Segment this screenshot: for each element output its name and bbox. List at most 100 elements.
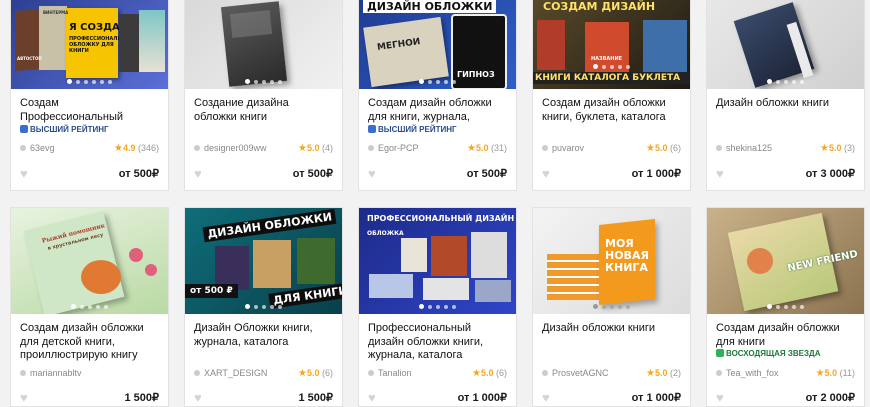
gig-title[interactable]: Создание дизайна обложки книги bbox=[194, 97, 333, 124]
thumb-headline: ДИЗАЙН ОБЛОЖКИ bbox=[363, 0, 497, 13]
gig-card[interactable]: СОЗДАМ ДИЗАЙН НАЗВАНИЕ КНИГИ КАТАЛОГА БУ… bbox=[532, 0, 691, 191]
thumb-book-title: ВИНТЕРМА bbox=[43, 10, 69, 15]
seller-name[interactable]: designer009ww bbox=[204, 143, 267, 153]
avatar bbox=[20, 370, 26, 376]
gig-thumbnail[interactable]: ДИЗАЙН ОБЛОЖКИ от 500 ₽ ДЛЯ КНИГИ bbox=[185, 208, 342, 314]
price: 1 500₽ bbox=[298, 392, 333, 404]
seller-row: Tanalion ★5.0 (6) bbox=[368, 368, 507, 379]
heart-icon[interactable]: ♥ bbox=[542, 166, 550, 181]
price: от 500₽ bbox=[466, 168, 507, 180]
price: от 500₽ bbox=[118, 168, 159, 180]
price: от 3 000₽ bbox=[805, 168, 855, 180]
gig-card[interactable]: Создание дизайна обложки книги designer0… bbox=[184, 0, 343, 191]
price: от 1 000₽ bbox=[457, 392, 507, 404]
seller-row: mariannabltv bbox=[20, 368, 159, 378]
rating: ★5.0 (3) bbox=[820, 143, 855, 154]
rating: ★5.0 (6) bbox=[646, 143, 681, 154]
gig-card[interactable]: Дизайн обложки книги shekina125 ★5.0 (3)… bbox=[706, 0, 865, 191]
gig-thumbnail[interactable] bbox=[185, 0, 342, 89]
heart-icon[interactable]: ♥ bbox=[716, 166, 724, 181]
gig-title[interactable]: Дизайн обложки книги bbox=[716, 97, 855, 124]
seller-name[interactable]: mariannabltv bbox=[30, 368, 82, 378]
gig-title[interactable]: Создам дизайн обложки для книги, журнала… bbox=[368, 97, 507, 124]
heart-icon[interactable]: ♥ bbox=[194, 166, 202, 181]
gig-thumbnail[interactable]: СОЗДАМ ДИЗАЙН НАЗВАНИЕ КНИГИ КАТАЛОГА БУ… bbox=[533, 0, 690, 89]
star-icon: ★ bbox=[298, 368, 307, 379]
seller-row: Egor-PCP ★5.0 (31) bbox=[368, 143, 507, 154]
seller-row: designer009ww ★5.0 (4) bbox=[194, 143, 333, 154]
heart-icon[interactable]: ♥ bbox=[194, 390, 202, 405]
gig-thumbnail[interactable]: Я СОЗДАМ ПРОФЕССИОНАЛЬНУЮ ОБЛОЖКУ ДЛЯ КН… bbox=[11, 0, 168, 89]
gig-title[interactable]: Создам Профессиональный Дизайн Обложки к… bbox=[20, 97, 159, 124]
gig-thumbnail[interactable]: ДИЗАЙН ОБЛОЖКИ МЕГНОИ ГИПНОЗ bbox=[359, 0, 516, 89]
gig-card[interactable]: Я СОЗДАМ ПРОФЕССИОНАЛЬНУЮ ОБЛОЖКУ ДЛЯ КН… bbox=[10, 0, 169, 191]
star-icon: ★ bbox=[820, 143, 829, 154]
price: от 1 000₽ bbox=[631, 168, 681, 180]
star-icon: ★ bbox=[815, 368, 825, 379]
seller-row: Tea_with_fox ★5.0 (11) bbox=[716, 368, 855, 379]
price: от 1 000₽ bbox=[631, 392, 681, 404]
star-icon: ★ bbox=[466, 143, 476, 154]
seller-row: puvarov ★5.0 (6) bbox=[542, 143, 681, 154]
avatar bbox=[20, 145, 26, 151]
gig-card[interactable]: МОЯ НОВАЯ КНИГА Дизайн обложки книги Pro… bbox=[532, 207, 691, 407]
gig-card[interactable]: ДИЗАЙН ОБЛОЖКИ от 500 ₽ ДЛЯ КНИГИ Дизайн… bbox=[184, 207, 343, 407]
badge-icon bbox=[20, 125, 28, 133]
top-rated-badge: ВЫСШИЙ РЕЙТИНГ bbox=[368, 125, 507, 135]
seller-name[interactable]: Tea_with_fox bbox=[726, 368, 779, 378]
gig-title[interactable]: Дизайн обложки книги bbox=[542, 322, 681, 362]
thumb-subtext: ПРОФЕССИОНАЛЬНУЮ ОБЛОЖКУ ДЛЯ КНИГИ bbox=[69, 36, 136, 54]
seller-row: shekina125 ★5.0 (3) bbox=[716, 143, 855, 154]
seller-name[interactable]: XART_DESIGN bbox=[204, 368, 267, 378]
heart-icon[interactable]: ♥ bbox=[542, 390, 550, 405]
price: от 2 000₽ bbox=[805, 392, 855, 404]
thumb-headline: СОЗДАМ ДИЗАЙН bbox=[543, 0, 656, 13]
thumb-book-title: ГИПНОЗ bbox=[457, 70, 495, 79]
gig-title[interactable]: Создам дизайн обложки книги, буклета, ка… bbox=[542, 97, 681, 124]
gig-card[interactable]: Рыжий помощник в хрустальном лесу Создам… bbox=[10, 207, 169, 407]
star-icon: ★ bbox=[472, 368, 481, 379]
heart-icon[interactable]: ♥ bbox=[368, 390, 376, 405]
thumb-book-title: АВТОСТОП bbox=[17, 56, 42, 61]
avatar bbox=[716, 145, 722, 151]
seller-row: 63evg ★4.9 (346) bbox=[20, 143, 159, 154]
seller-name[interactable]: puvarov bbox=[552, 143, 584, 153]
star-icon: ★ bbox=[113, 143, 123, 154]
gig-thumbnail[interactable] bbox=[707, 0, 864, 89]
gig-title[interactable]: Профессиональный дизайн обложки книги, ж… bbox=[368, 322, 507, 362]
gig-thumbnail[interactable]: NEW FRIEND bbox=[707, 208, 864, 314]
seller-name[interactable]: Tanalion bbox=[378, 368, 412, 378]
price: от 500₽ bbox=[292, 168, 333, 180]
gig-card[interactable]: ДИЗАЙН ОБЛОЖКИ МЕГНОИ ГИПНОЗ Создам диза… bbox=[358, 0, 517, 191]
gig-card[interactable]: ПРОФЕССИОНАЛЬНЫЙ ДИЗАЙН ОБЛОЖКА Професси… bbox=[358, 207, 517, 407]
gig-title[interactable]: Создам дизайн обложки для книги bbox=[716, 322, 855, 348]
heart-icon[interactable]: ♥ bbox=[716, 390, 724, 405]
heart-icon[interactable]: ♥ bbox=[20, 390, 28, 405]
top-rated-badge: ВЫСШИЙ РЕЙТИНГ bbox=[20, 125, 159, 135]
rating: ★4.9 (346) bbox=[113, 143, 159, 154]
avatar bbox=[716, 370, 722, 376]
gig-thumbnail[interactable]: МОЯ НОВАЯ КНИГА bbox=[533, 208, 690, 314]
seller-name[interactable]: 63evg bbox=[30, 143, 55, 153]
thumb-subtext: ОБЛОЖКА bbox=[367, 230, 404, 237]
avatar bbox=[368, 145, 374, 151]
seller-name[interactable]: shekina125 bbox=[726, 143, 772, 153]
thumb-price-tag: от 500 ₽ bbox=[185, 284, 238, 298]
rating: ★5.0 (11) bbox=[815, 368, 855, 379]
seller-name[interactable]: ProsvetAGNC bbox=[552, 368, 609, 378]
avatar bbox=[194, 145, 200, 151]
rating: ★5.0 (31) bbox=[466, 143, 507, 154]
avatar bbox=[542, 370, 548, 376]
seller-name[interactable]: Egor-PCP bbox=[378, 143, 419, 153]
gig-card[interactable]: NEW FRIEND Создам дизайн обложки для кни… bbox=[706, 207, 865, 407]
heart-icon[interactable]: ♥ bbox=[368, 166, 376, 181]
seller-row: ProsvetAGNC ★5.0 (2) bbox=[542, 368, 681, 379]
rating: ★5.0 (2) bbox=[646, 368, 681, 379]
gig-title[interactable]: Создам дизайн обложки для детской книги,… bbox=[20, 322, 159, 362]
heart-icon[interactable]: ♥ bbox=[20, 166, 28, 181]
price: 1 500₽ bbox=[124, 392, 159, 404]
avatar bbox=[368, 370, 374, 376]
gig-title[interactable]: Дизайн Обложки книги, журнала, каталога bbox=[194, 322, 333, 362]
gig-thumbnail[interactable]: Рыжий помощник в хрустальном лесу bbox=[11, 208, 168, 314]
gig-thumbnail[interactable]: ПРОФЕССИОНАЛЬНЫЙ ДИЗАЙН ОБЛОЖКА bbox=[359, 208, 516, 314]
